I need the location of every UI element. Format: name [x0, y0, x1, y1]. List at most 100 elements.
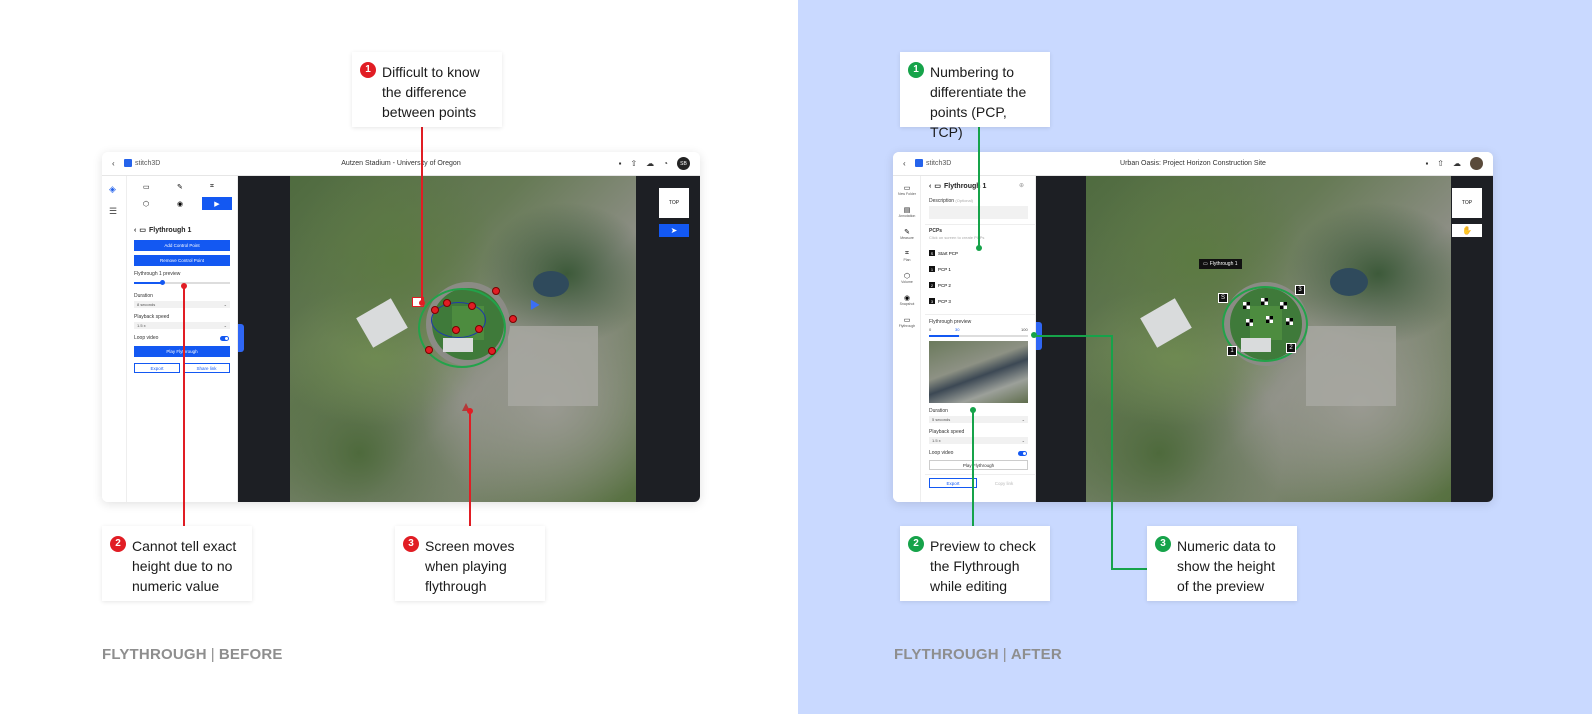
pcp-list-item[interactable]: S Start PCP — [929, 250, 958, 256]
pcp-marker-3[interactable]: 3 — [1295, 285, 1305, 295]
after-panel: ‹ stitch3D Urban Oasis: Project Horizon … — [798, 0, 1592, 714]
pcp-list-item[interactable]: 2 PCP 2 — [929, 282, 951, 288]
control-point[interactable] — [443, 299, 451, 307]
loop-toggle[interactable] — [1018, 451, 1027, 456]
callout-text: Preview to check the Flythrough while ed… — [930, 538, 1036, 594]
rail-item-snapshot[interactable]: ◉ Snapshot — [893, 294, 921, 306]
hand-tool-button[interactable]: ✋ — [1452, 224, 1482, 237]
control-point[interactable] — [452, 326, 460, 334]
avatar[interactable] — [1470, 157, 1483, 170]
add-control-point-button[interactable]: Add Control Point — [134, 240, 230, 251]
pond — [533, 271, 569, 297]
callout-number: 3 — [1155, 536, 1171, 552]
panel-collapse-handle[interactable] — [238, 324, 244, 352]
share-icon[interactable]: ⇧ — [630, 159, 637, 168]
more-icon[interactable]: ⊕ — [1019, 182, 1024, 189]
pcp-list-item[interactable]: 3 PCP 3 — [929, 298, 951, 304]
control-point[interactable] — [431, 306, 439, 314]
rail-item-plan[interactable]: ⌗ Plan — [893, 250, 921, 262]
save-icon[interactable]: ▪ — [1425, 159, 1428, 168]
callout-connector — [469, 410, 471, 526]
export-button[interactable]: Export — [134, 363, 180, 373]
sliders-icon[interactable]: ☰ — [109, 206, 117, 217]
duration-select[interactable]: 5 seconds ⌄ — [929, 416, 1028, 423]
before-panel: ‹ stitch3D Autzen Stadium - University o… — [0, 0, 798, 714]
export-button[interactable]: Export — [929, 478, 977, 488]
callout-text: Cannot tell exact height due to no numer… — [132, 538, 237, 594]
target-point-marker[interactable] — [1286, 318, 1293, 325]
callout-connector — [978, 126, 980, 248]
header-tools: ▪ ⇧ ☁ — [1425, 157, 1483, 170]
control-point[interactable] — [509, 315, 517, 323]
top-view-button[interactable]: TOP — [1452, 188, 1482, 218]
control-point[interactable] — [488, 347, 496, 355]
target-point-marker[interactable] — [1266, 316, 1273, 323]
flythrough-map-tag[interactable]: ▭ Flythrough 1 — [1199, 259, 1242, 269]
rail-item-volume[interactable]: ⬡ Volume — [893, 272, 921, 284]
rail-item-annotation[interactable]: ▤ Annotation — [893, 206, 921, 218]
chevron-left-icon[interactable]: ‹ — [929, 183, 931, 190]
target-point-marker[interactable] — [1246, 319, 1253, 326]
callout-connector — [1111, 335, 1113, 569]
share-icon[interactable]: ⇧ — [1437, 159, 1444, 168]
play-flythrough-button[interactable]: Play Flythrough — [134, 346, 230, 357]
control-point[interactable] — [492, 287, 500, 295]
top-view-button[interactable]: TOP — [659, 188, 689, 218]
speed-select[interactable]: 1.5 x ⌄ — [929, 437, 1028, 444]
ruler-icon: ✎ — [904, 229, 910, 236]
callout-text: Numeric data to show the height of the p… — [1177, 538, 1276, 594]
pen-icon[interactable]: ✎ — [177, 183, 183, 191]
callout-number: 1 — [360, 62, 376, 78]
comment-icon[interactable]: ▭ — [143, 183, 150, 191]
loop-toggle[interactable] — [220, 336, 229, 341]
pcp-marker-2[interactable]: 2 — [1286, 343, 1296, 353]
video-icon: ▭ — [903, 317, 911, 324]
camera-icon[interactable]: ◉ — [177, 200, 183, 208]
parking-lot — [508, 326, 598, 406]
measure-icon[interactable]: ⌗ — [210, 183, 214, 191]
share-link-button[interactable]: Share link — [183, 363, 230, 373]
save-icon[interactable]: ▪ — [619, 159, 622, 168]
layers-icon[interactable]: ◈ — [109, 184, 116, 195]
video-icon[interactable]: ▶ — [202, 197, 232, 210]
chevron-left-icon[interactable]: ‹ — [134, 227, 136, 234]
slider-thumb[interactable] — [160, 280, 165, 285]
copy-link-button[interactable]: Copy link — [980, 478, 1028, 488]
map-viewport[interactable]: S 1 2 3 ▭ Flythrough 1 TOP ✋ — [1036, 176, 1493, 502]
speed-select[interactable]: 1.5 x ⌄ — [134, 322, 230, 329]
callout-before-3: 3 Screen moves when playing flythrough — [395, 526, 545, 601]
pcp-list-item[interactable]: 1 PCP 1 — [929, 266, 951, 272]
control-point[interactable] — [468, 302, 476, 310]
duration-select[interactable]: 8 seconds ⌄ — [134, 301, 230, 308]
target-point-marker[interactable] — [1243, 302, 1250, 309]
parking-lot — [1306, 326, 1396, 406]
cube-icon[interactable]: ⬡ — [143, 200, 149, 208]
control-point[interactable] — [425, 346, 433, 354]
before-screenshot: ‹ stitch3D Autzen Stadium - University o… — [102, 152, 700, 502]
app-header: ‹ stitch3D Autzen Stadium - University o… — [102, 152, 700, 176]
app-header: ‹ stitch3D Urban Oasis: Project Horizon … — [893, 152, 1493, 176]
after-screenshot: ‹ stitch3D Urban Oasis: Project Horizon … — [893, 152, 1493, 502]
height-slider[interactable] — [929, 335, 1028, 337]
upload-icon[interactable]: ☁ — [646, 159, 654, 168]
bell-icon[interactable]: ◔ — [663, 159, 668, 168]
cursor-icon: ➤ — [670, 226, 678, 235]
pcp-marker-start[interactable]: S — [1218, 293, 1228, 303]
rail-item-measure[interactable]: ✎ Measure — [893, 228, 921, 240]
avatar[interactable]: SB — [677, 157, 690, 170]
callout-connector — [1034, 335, 1111, 337]
video-small-icon: ▭ — [934, 183, 941, 190]
pcp-marker-1[interactable]: 1 — [1227, 346, 1237, 356]
callout-connector — [421, 126, 423, 304]
select-tool-button[interactable]: ➤ — [659, 224, 689, 237]
rail-item-flythrough[interactable]: ▭ Flythrough — [893, 316, 921, 328]
upload-icon[interactable]: ☁ — [1453, 159, 1461, 168]
callout-before-1: 1 Difficult to know the difference betwe… — [352, 52, 502, 127]
rail-item-new-folder[interactable]: ▭ New Folder — [893, 184, 921, 196]
target-point-marker[interactable] — [1261, 298, 1268, 305]
remove-control-point-button[interactable]: Remove Control Point — [134, 255, 230, 266]
chevron-down-icon: ⌄ — [223, 323, 227, 328]
play-flythrough-button[interactable]: Play Flythrough — [929, 460, 1028, 470]
control-point[interactable] — [475, 325, 483, 333]
target-point-marker[interactable] — [1280, 302, 1287, 309]
